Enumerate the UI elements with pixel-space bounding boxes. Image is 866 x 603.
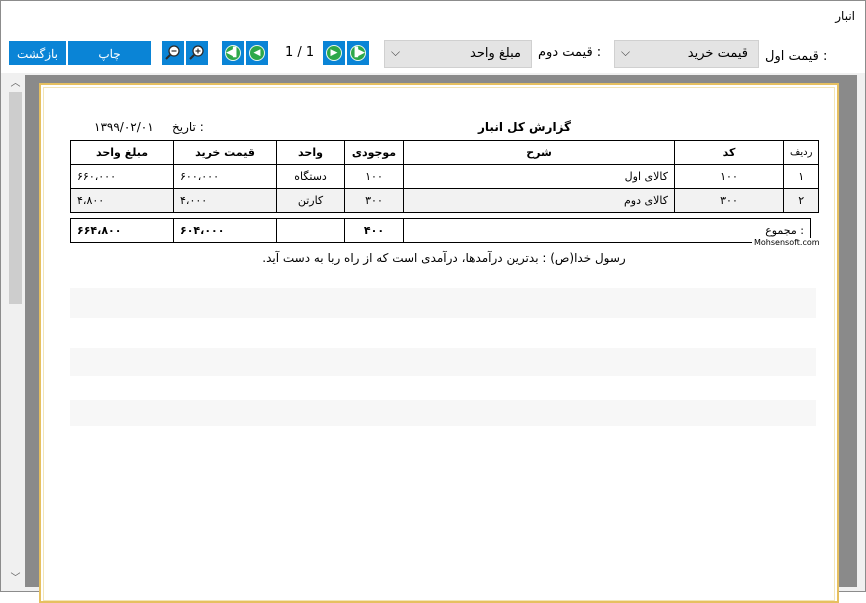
faint-band: [70, 400, 816, 426]
date-value: ۱۳۹۹/۰۲/۰۱: [94, 120, 154, 134]
title-bar: انبار: [1, 1, 865, 33]
cell-unit-amount: ۶۶۰،۰۰۰: [70, 164, 174, 189]
previous-page-button[interactable]: ▶: [323, 41, 345, 65]
total-stock: ۴۰۰: [344, 218, 404, 243]
total-unit-amount: ۶۶۴،۸۰۰: [70, 218, 174, 243]
second-price-select[interactable]: ⌵ مبلغ واحد: [384, 40, 532, 68]
cell-unit-amount: ۴،۸۰۰: [70, 188, 174, 213]
page-indicator: 1 / 1: [285, 45, 315, 60]
table-row: ۴،۸۰۰ ۴،۰۰۰ کارتن ۳۰۰ کالای دوم ۳۰۰ ۲: [70, 188, 820, 213]
next-page-button[interactable]: ◀: [246, 41, 268, 65]
scroll-down-icon[interactable]: ﹀: [7, 570, 24, 587]
faint-band: [70, 288, 816, 318]
cell-desc: کالای اول: [403, 164, 675, 189]
scroll-thumb[interactable]: [9, 92, 22, 304]
vertical-scrollbar[interactable]: ︿ ﹀: [7, 75, 24, 587]
cell-code: ۳۰۰: [674, 188, 784, 213]
report-page: گزارش کل انبار تاریخ : ۱۳۹۹/۰۲/۰۱ مبلغ و…: [39, 83, 839, 603]
second-price-label: قیمت دوم :: [538, 45, 602, 60]
print-button[interactable]: چاپ: [68, 41, 151, 65]
totals-table: ۶۶۴،۸۰۰ ۶۰۴،۰۰۰ ۴۰۰ مجموع :: [70, 218, 811, 243]
col-stock: موجودی: [344, 140, 404, 165]
zoom-out-button[interactable]: [162, 41, 184, 65]
cell-code: ۱۰۰: [674, 164, 784, 189]
site-watermark: Mohsensoft.com: [752, 238, 822, 247]
cell-stock: ۱۰۰: [344, 164, 404, 189]
chevron-down-icon: ⌵: [621, 45, 631, 59]
zoom-out-icon: [165, 45, 180, 60]
app-window: انبار بازگشت چاپ ◀▌ ◀ 1 / 1 ▶ ▐▶ ⌵ مبلغ …: [0, 0, 866, 603]
col-unit: واحد: [276, 140, 345, 165]
cell-buy-price: ۶۰۰،۰۰۰: [173, 164, 277, 189]
second-price-value: مبلغ واحد: [470, 46, 521, 61]
back-button[interactable]: بازگشت: [9, 41, 66, 65]
report-viewer: گزارش کل انبار تاریخ : ۱۳۹۹/۰۲/۰۱ مبلغ و…: [25, 75, 857, 603]
table-header: مبلغ واحد قیمت خرید واحد موجودی شرح کد ر…: [70, 140, 820, 165]
cell-stock: ۳۰۰: [344, 188, 404, 213]
toolbar: بازگشت چاپ ◀▌ ◀ 1 / 1 ▶ ▐▶ ⌵ مبلغ واحد ق…: [1, 33, 865, 73]
date-label: تاریخ :: [172, 120, 204, 134]
cell-unit: کارتن: [276, 188, 345, 213]
hadith-text: رسول خدا(ص) : بدترین درآمدها، درآمدی است…: [262, 251, 626, 265]
first-price-select[interactable]: ⌵ قیمت خرید: [614, 40, 759, 68]
faint-band: [70, 348, 816, 376]
col-row: ردیف: [782, 140, 820, 165]
total-unit: [276, 218, 345, 243]
zoom-in-button[interactable]: [186, 41, 208, 65]
report-table: مبلغ واحد قیمت خرید واحد موجودی شرح کد ر…: [70, 140, 820, 213]
col-desc: شرح: [403, 140, 675, 165]
first-page-button[interactable]: ▐▶: [347, 41, 369, 65]
window-title: انبار: [835, 9, 855, 23]
total-buy-price: ۶۰۴،۰۰۰: [173, 218, 277, 243]
col-code: کد: [674, 140, 784, 165]
col-buy-price: قیمت خرید: [173, 140, 277, 165]
cell-row: ۱: [782, 164, 820, 189]
zoom-in-icon: [189, 45, 204, 60]
cell-buy-price: ۴،۰۰۰: [173, 188, 277, 213]
scroll-up-icon[interactable]: ︿: [7, 75, 24, 92]
chevron-down-icon: ⌵: [391, 45, 401, 59]
total-label: مجموع :: [403, 218, 811, 243]
report-title: گزارش کل انبار: [478, 120, 571, 134]
totals-row: ۶۶۴،۸۰۰ ۶۰۴،۰۰۰ ۴۰۰ مجموع :: [70, 218, 811, 243]
col-unit-amount: مبلغ واحد: [70, 140, 174, 165]
cell-unit: دستگاه: [276, 164, 345, 189]
first-price-label: قیمت اول :: [765, 49, 828, 64]
cell-row: ۲: [782, 188, 820, 213]
cell-desc: کالای دوم: [403, 188, 675, 213]
first-price-value: قیمت خرید: [687, 46, 748, 61]
last-page-button[interactable]: ◀▌: [222, 41, 244, 65]
table-row: ۶۶۰،۰۰۰ ۶۰۰،۰۰۰ دستگاه ۱۰۰ کالای اول ۱۰۰…: [70, 164, 820, 189]
